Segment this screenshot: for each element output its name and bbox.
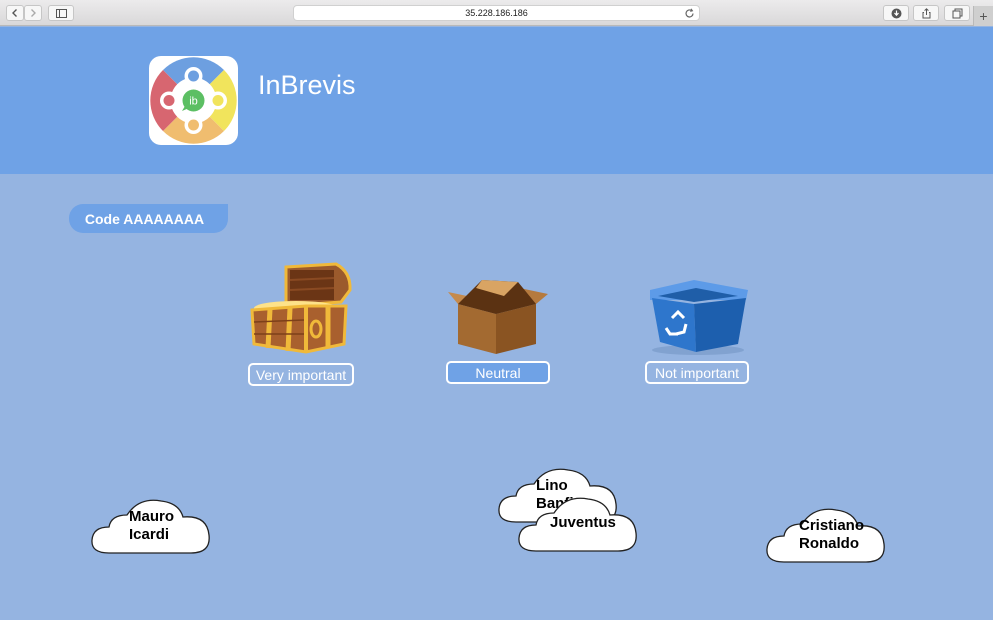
cloud-label-line1: Juventus xyxy=(550,514,616,531)
cloud-item[interactable]: Cristiano Ronaldo xyxy=(764,502,888,566)
share-icon xyxy=(922,7,930,18)
app-header: ib InBrevis xyxy=(0,27,993,174)
reload-icon[interactable] xyxy=(684,8,695,19)
tabs-button[interactable] xyxy=(944,5,970,21)
share-button[interactable] xyxy=(913,5,939,21)
inbrevis-logo-icon: ib xyxy=(150,57,237,144)
cardboard-box-icon[interactable] xyxy=(446,278,550,356)
cloud-label: Cristiano Ronaldo xyxy=(799,517,864,553)
new-tab-button[interactable]: + xyxy=(973,6,993,26)
chevron-right-icon xyxy=(31,9,36,17)
back-button[interactable] xyxy=(6,5,24,21)
very-important-button[interactable]: Very important xyxy=(248,363,354,386)
app-logo: ib xyxy=(149,56,238,145)
app-title: InBrevis xyxy=(258,70,356,100)
browser-toolbar: 35.228.186.186 + xyxy=(0,0,993,26)
sidebar-icon xyxy=(55,8,67,18)
chevron-left-icon xyxy=(12,9,17,17)
treasure-chest-icon[interactable] xyxy=(246,262,354,356)
cloud-label: Juventus xyxy=(550,514,616,532)
cloud-label-line1: Mauro xyxy=(129,508,174,525)
not-important-button[interactable]: Not important xyxy=(645,361,749,384)
code-tag: Code AAAAAAAA xyxy=(69,204,228,233)
cloud-item[interactable]: Juventus xyxy=(516,491,640,555)
download-icon xyxy=(891,8,901,18)
cloud-label-line2: Ronaldo xyxy=(799,535,859,552)
sidebar-button[interactable] xyxy=(48,5,74,21)
downloads-button[interactable] xyxy=(883,5,909,21)
neutral-button[interactable]: Neutral xyxy=(446,361,550,384)
cloud-item[interactable]: Mauro Icardi xyxy=(89,493,213,557)
cloud-label-line1: Cristiano xyxy=(799,517,865,534)
url-text: 35.228.186.186 xyxy=(465,8,528,18)
forward-button[interactable] xyxy=(24,5,42,21)
tabs-icon xyxy=(952,8,962,18)
cloud-label: Mauro Icardi xyxy=(129,508,174,544)
address-bar[interactable]: 35.228.186.186 xyxy=(293,5,700,21)
recycle-bin-icon[interactable] xyxy=(646,278,750,356)
logo-text: ib xyxy=(189,96,198,108)
cloud-label-line2: Icardi xyxy=(129,526,170,543)
